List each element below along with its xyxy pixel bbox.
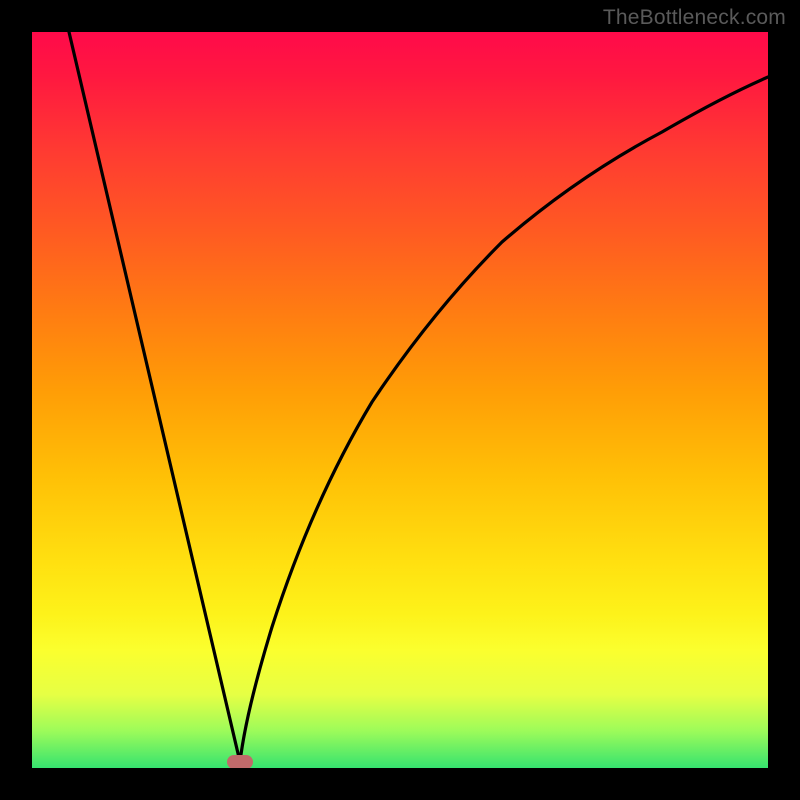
highlight-marker <box>227 755 253 768</box>
watermark-text: TheBottleneck.com <box>603 6 786 30</box>
bottleneck-curve <box>32 32 768 768</box>
plot-area <box>32 32 768 768</box>
chart-frame: TheBottleneck.com <box>0 0 800 800</box>
curve-path <box>69 32 768 762</box>
